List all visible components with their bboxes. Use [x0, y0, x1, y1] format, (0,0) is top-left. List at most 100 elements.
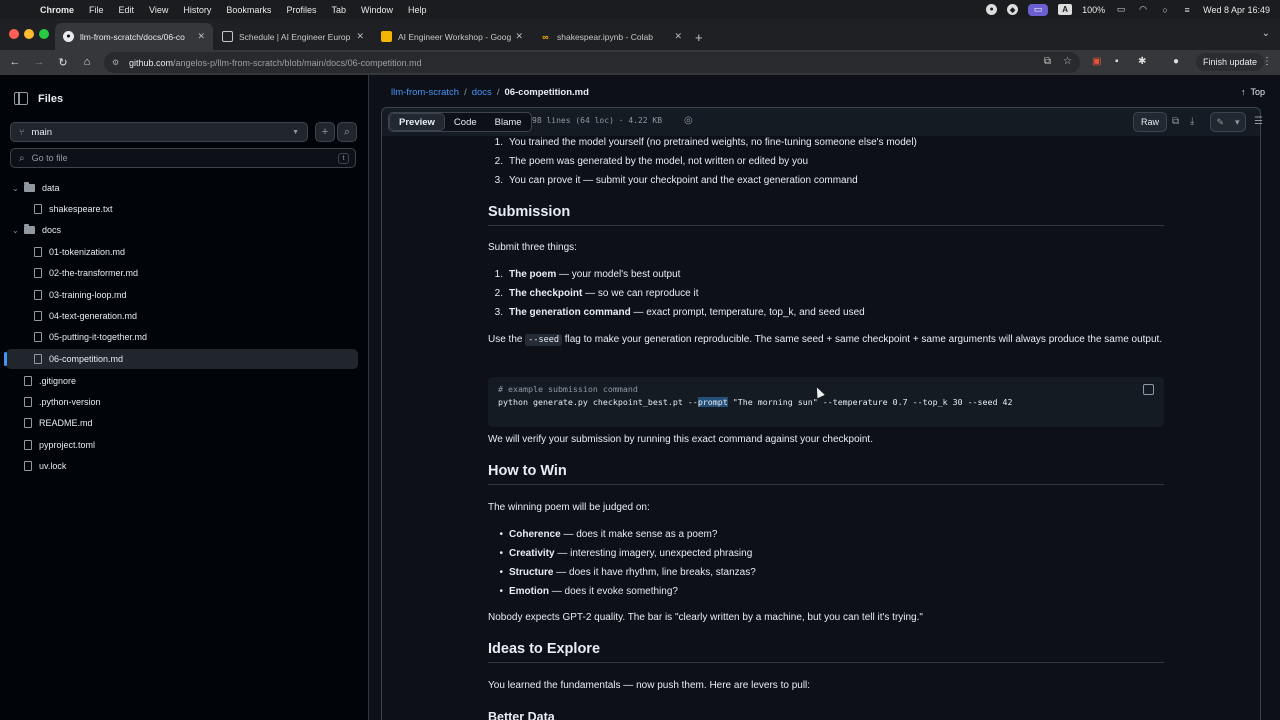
list-text: — interesting imagery, unexpected phrasi… — [554, 548, 753, 559]
chevron-down-icon[interactable]: ⌄ — [12, 184, 24, 193]
bookmark-star-icon[interactable]: ☆ — [1063, 56, 1072, 67]
extensions-puzzle-icon[interactable]: ✱ — [1138, 56, 1146, 67]
paragraph: Submit three things: — [488, 242, 577, 253]
tree-item-gitignore[interactable]: .gitignore — [6, 371, 358, 391]
screen-mirroring-icon[interactable]: ▭ — [1028, 3, 1049, 16]
code-block[interactable]: # example submission command python gene… — [488, 377, 1164, 427]
control-center-icon[interactable]: ≡ — [1181, 4, 1193, 16]
window-minimize-button[interactable] — [24, 29, 34, 39]
tree-item-docs-folder[interactable]: ⌄ docs — [6, 220, 358, 240]
chevron-down-icon[interactable]: ▾ — [1235, 117, 1240, 128]
back-to-top-link[interactable]: ↑ Top — [1241, 87, 1265, 97]
list-text: — your model's best output — [556, 269, 681, 280]
file-icon — [34, 290, 42, 300]
menu-file[interactable]: File — [89, 5, 104, 15]
search-files-button[interactable]: ⌕ — [337, 122, 357, 142]
keyboard-input-icon[interactable]: A — [1058, 4, 1073, 15]
tab-preview[interactable]: Preview — [389, 113, 445, 131]
extension-badge-icon[interactable]: ▣ — [1092, 56, 1101, 67]
branch-selector[interactable]: ⑂ main ▼ — [10, 122, 308, 142]
status-app-icon[interactable]: ● — [986, 4, 998, 15]
copy-icon[interactable] — [1143, 384, 1154, 395]
tab-github-competition[interactable]: ● llm-from-scratch/docs/06-co ✕ — [55, 23, 213, 50]
file-tree-sidebar: Files ⑂ main ▼ + ⌕ ⌕ Go to file t ⌄ data… — [0, 75, 369, 720]
list-item: • Coherence — does it make sense as a poe… — [488, 528, 717, 542]
tab-close-icon[interactable]: ✕ — [197, 31, 205, 42]
tree-item-readme[interactable]: README.md — [6, 413, 358, 433]
back-arrow-icon[interactable]: ← — [8, 56, 22, 68]
paragraph: You learned the fundamentals — now push … — [488, 680, 811, 691]
folder-icon — [24, 224, 35, 234]
outline-list-icon[interactable]: ☰ — [1254, 116, 1263, 127]
menu-tab[interactable]: Tab — [331, 5, 346, 15]
list-text: You trained the model yourself (no pretr… — [509, 137, 917, 148]
menu-view[interactable]: View — [149, 5, 168, 15]
window-close-button[interactable] — [9, 29, 19, 39]
tab-schedule[interactable]: Schedule | AI Engineer Europ ✕ — [214, 23, 372, 50]
extension-icon[interactable]: ▪ — [1115, 56, 1119, 67]
finish-update-button[interactable]: Finish update — [1196, 53, 1265, 71]
menu-bookmarks[interactable]: Bookmarks — [226, 5, 271, 15]
chevron-down-icon[interactable]: ⌄ — [12, 226, 24, 235]
list-bold: The checkpoint — [509, 288, 583, 299]
menu-window[interactable]: Window — [361, 5, 393, 15]
tree-item-06-competition[interactable]: 06-competition.md — [4, 349, 358, 369]
reload-icon[interactable]: ↻ — [56, 56, 70, 69]
chrome-menu-icon[interactable]: ⋮ — [1262, 56, 1272, 67]
tree-item-05-putting-it-together[interactable]: 05-putting-it-together.md — [6, 327, 358, 347]
tab-title: shakespear.ipynb - Colab — [557, 31, 653, 42]
list-number: 3. — [494, 307, 503, 318]
site-info-icon[interactable]: ⚙ — [112, 58, 124, 67]
tree-item-03-training-loop[interactable]: 03-training-loop.md — [6, 285, 358, 305]
menu-profiles[interactable]: Profiles — [286, 5, 316, 15]
tab-workshop-slides[interactable]: AI Engineer Workshop - Goog ✕ — [373, 23, 531, 50]
tab-close-icon[interactable]: ✕ — [515, 31, 523, 42]
profile-avatar-icon[interactable]: ● — [1173, 56, 1179, 67]
tree-item-pyproject[interactable]: pyproject.toml — [6, 435, 358, 455]
tab-search-chevron-icon[interactable]: ⌄ — [1262, 28, 1270, 39]
spotlight-search-icon[interactable]: ○ — [1159, 4, 1171, 16]
forward-arrow-icon[interactable]: → — [32, 56, 46, 68]
go-to-file-input[interactable]: ⌕ Go to file t — [10, 148, 356, 168]
tab-close-icon[interactable]: ✕ — [674, 31, 682, 42]
breadcrumb-repo-link[interactable]: llm-from-scratch — [391, 87, 459, 98]
code-line: python generate.py checkpoint_best.pt --… — [498, 396, 1154, 409]
breadcrumb-docs-link[interactable]: docs — [472, 87, 492, 98]
copilot-icon[interactable]: ◎ — [684, 115, 693, 126]
menu-help[interactable]: Help — [408, 5, 427, 15]
tree-item-01-tokenization[interactable]: 01-tokenization.md — [6, 242, 358, 262]
home-icon[interactable]: ⌂ — [80, 56, 94, 68]
download-icon[interactable]: ⤓ — [1190, 116, 1194, 127]
add-file-button[interactable]: + — [315, 122, 335, 142]
address-bar[interactable]: ⚙ github.com/angelos-p/llm-from-scratch/… — [104, 52, 1080, 73]
new-tab-plus-icon[interactable]: + — [695, 30, 703, 45]
code-text: python generate.py checkpoint_best.pt -- — [498, 397, 698, 407]
collapse-sidebar-icon[interactable] — [14, 92, 28, 105]
pencil-icon[interactable]: ✎ — [1216, 117, 1224, 128]
menu-history[interactable]: History — [183, 5, 211, 15]
tree-item-python-version[interactable]: .python-version — [6, 392, 358, 412]
battery-percent: 100% — [1082, 4, 1106, 15]
tree-item-04-text-generation[interactable]: 04-text-generation.md — [6, 306, 358, 326]
files-title: Files — [38, 92, 64, 105]
tree-item-data-folder[interactable]: ⌄ data — [6, 178, 358, 198]
window-zoom-button[interactable] — [39, 29, 49, 39]
menu-edit[interactable]: Edit — [119, 5, 135, 15]
tab-close-icon[interactable]: ✕ — [356, 31, 364, 42]
vpn-shield-icon[interactable]: ◆ — [1007, 4, 1019, 15]
tree-item-02-the-transformer[interactable]: 02-the-transformer.md — [6, 263, 358, 283]
raw-button[interactable]: Raw — [1133, 112, 1168, 132]
tree-item-shakespeare-txt[interactable]: shakespeare.txt — [6, 199, 358, 219]
copy-raw-icon[interactable]: ⧉ — [1172, 116, 1179, 127]
file-icon — [24, 461, 32, 471]
menu-clock[interactable]: Wed 8 Apr 16:49 — [1203, 5, 1270, 15]
menu-app-chrome[interactable]: Chrome — [40, 5, 74, 15]
tab-blame[interactable]: Blame — [486, 113, 531, 131]
colab-icon: ∞ — [542, 31, 549, 42]
tab-code[interactable]: Code — [445, 113, 486, 131]
install-app-icon[interactable]: ⧉ — [1044, 56, 1051, 67]
battery-icon[interactable]: ▭ — [1115, 4, 1127, 16]
tree-item-uv-lock[interactable]: uv.lock — [6, 456, 358, 476]
tab-colab[interactable]: ∞ shakespear.ipynb - Colab ✕ — [532, 23, 690, 50]
wifi-icon[interactable]: ◠ — [1137, 4, 1149, 16]
